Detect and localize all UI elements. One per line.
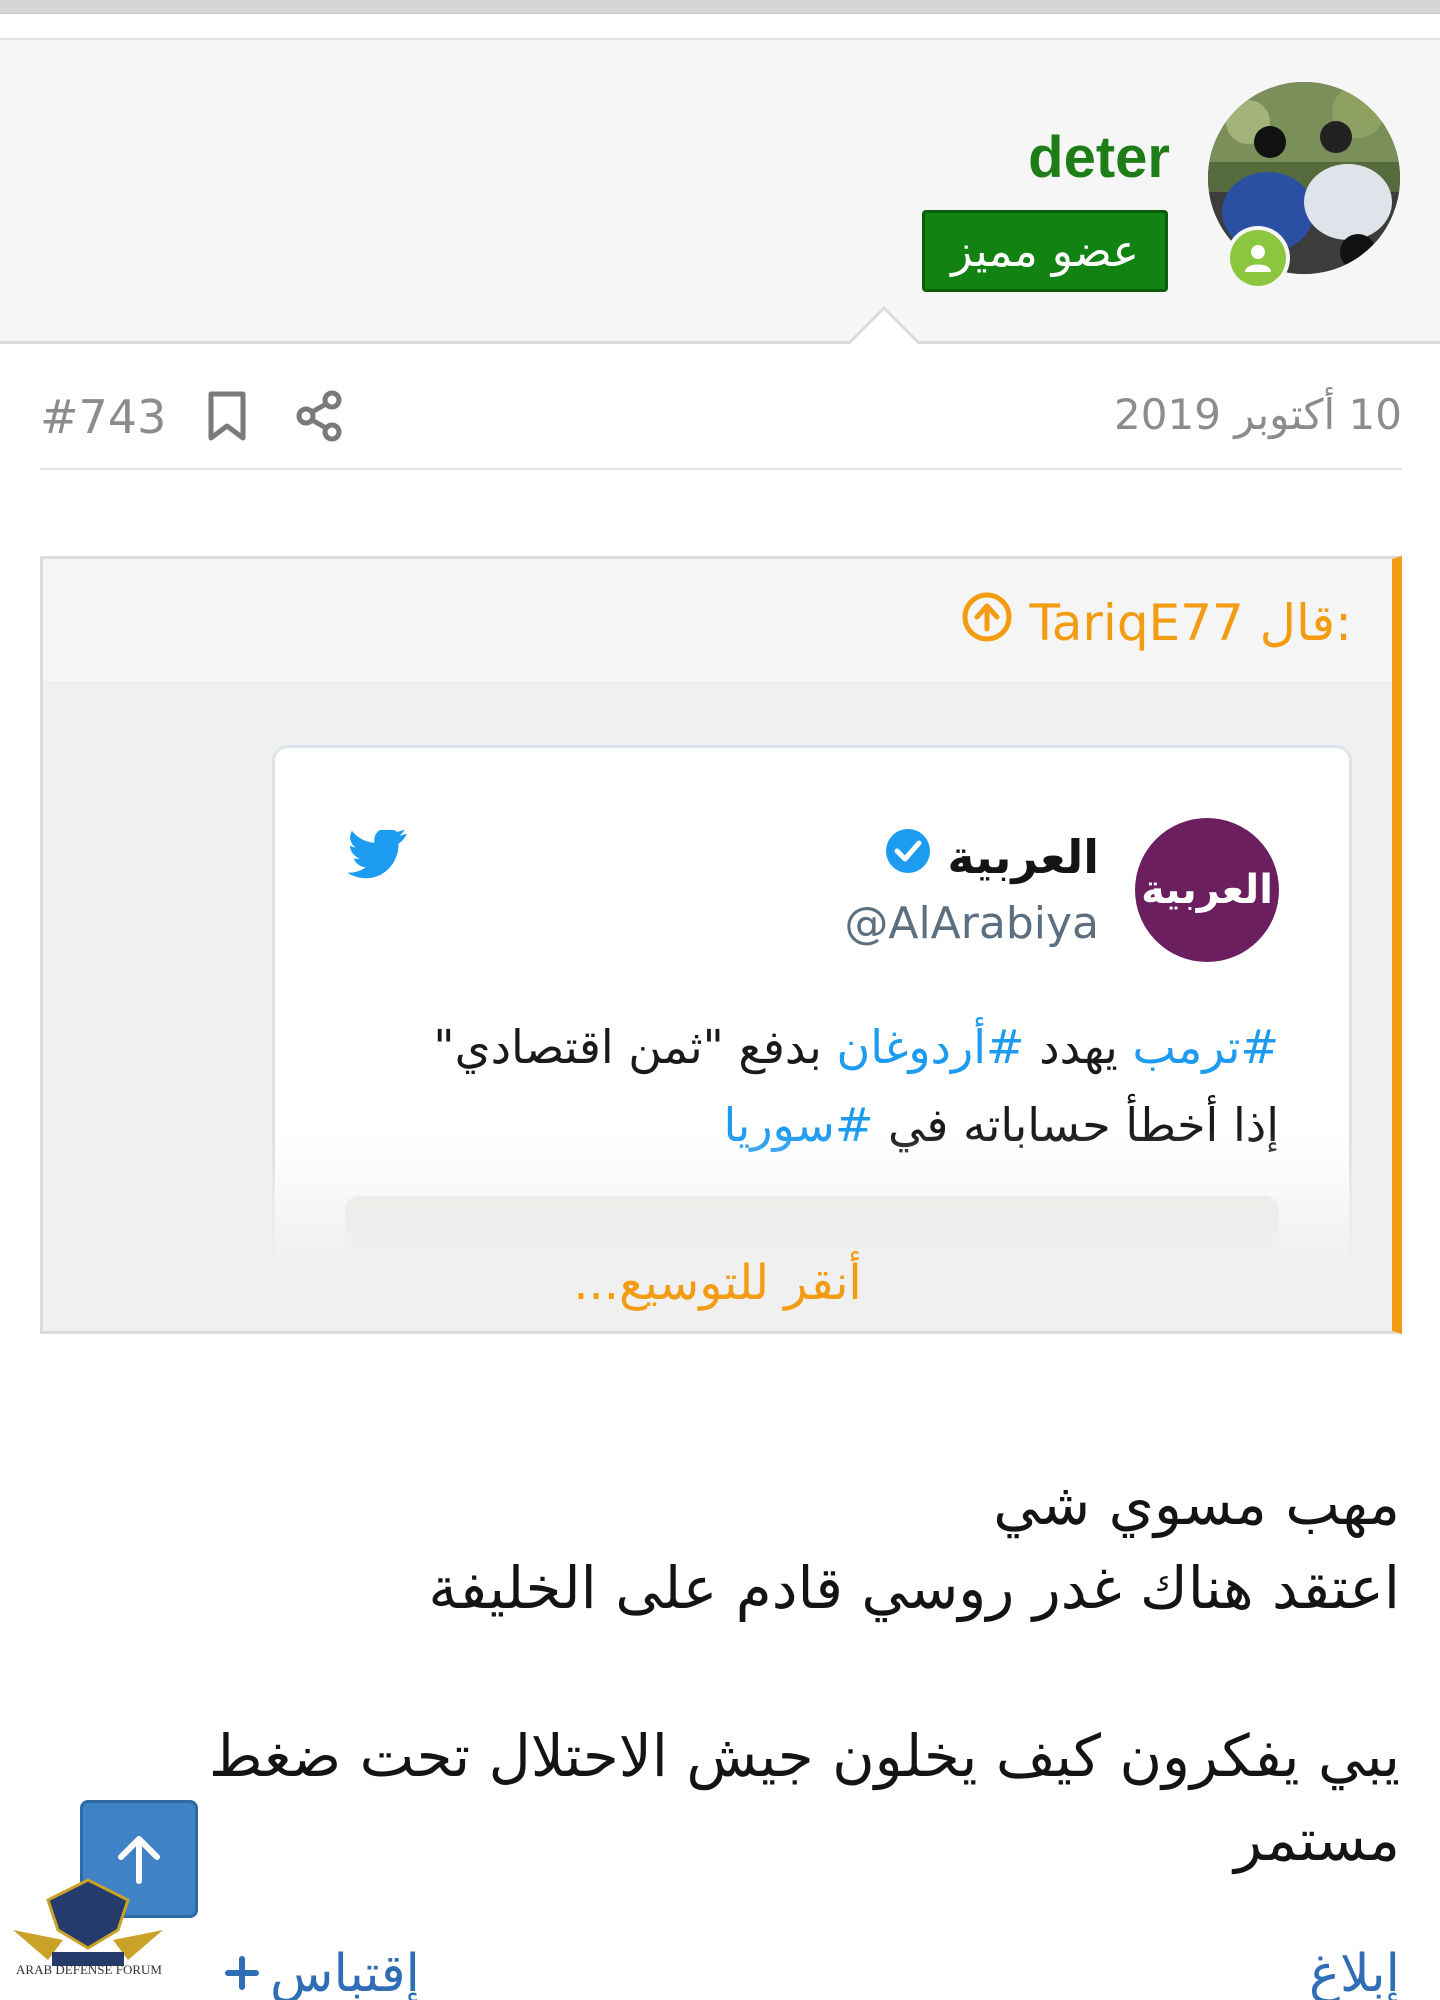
tweet-handle[interactable]: @AlArabiya bbox=[844, 898, 1099, 949]
username[interactable]: deter bbox=[1028, 124, 1170, 191]
post-number[interactable]: #743 bbox=[40, 390, 166, 444]
user-online-icon bbox=[1230, 230, 1286, 286]
tweet-display-name[interactable]: العربية bbox=[883, 826, 1099, 887]
tweet-text-part: يهدد bbox=[1024, 1020, 1133, 1074]
post-user-header: deter عضو مميز bbox=[0, 38, 1440, 344]
quote-reply-button[interactable]: إقتباس bbox=[224, 1944, 420, 2000]
tweet-hashtag[interactable]: #ترمب bbox=[1132, 1020, 1279, 1074]
plus-icon bbox=[224, 1944, 260, 2000]
post-date[interactable]: 10 أكتوبر 2019 bbox=[1114, 390, 1402, 439]
tweet-name-text: العربية bbox=[947, 829, 1099, 884]
post-line: يبي يفكرون كيف يخلون جيش الاحتلال تحت ضغ… bbox=[208, 1722, 1400, 1874]
post-line: مهب مسوي شي bbox=[993, 1470, 1400, 1538]
forum-logo-text: ARAB DEFENSE FORUM bbox=[16, 1962, 162, 1977]
expand-quote-link[interactable]: أنقر للتوسيع... bbox=[43, 1255, 1392, 1311]
quote-header: TariqE77 قال: bbox=[43, 559, 1392, 683]
post-meta-bar: 10 أكتوبر 2019 #743 bbox=[40, 360, 1402, 470]
verified-icon bbox=[883, 826, 933, 887]
top-bar bbox=[0, 0, 1440, 14]
quote-up-arrow-icon[interactable] bbox=[961, 591, 1013, 655]
quote-reply-label: إقتباس bbox=[270, 1944, 421, 2000]
bookmark-icon[interactable] bbox=[205, 390, 249, 446]
quote-content: العربية العربية @AlArabiya #ترمب يهدد #أ… bbox=[43, 683, 1392, 1331]
report-button[interactable]: إبلاغ bbox=[1309, 1944, 1400, 2000]
share-icon[interactable] bbox=[296, 390, 344, 446]
header-caret bbox=[848, 305, 920, 344]
tweet-avatar[interactable]: العربية bbox=[1135, 818, 1279, 962]
post-line: اعتقد هناك غدر روسي قادم على الخليفة bbox=[428, 1554, 1400, 1622]
twitter-bird-icon[interactable] bbox=[347, 828, 409, 886]
forum-logo-watermark bbox=[13, 1878, 163, 1966]
quote-author-link[interactable]: TariqE77 قال: bbox=[961, 591, 1352, 655]
post-body: مهب مسوي شي اعتقد هناك غدر روسي قادم على… bbox=[38, 1462, 1400, 1882]
tweet-hashtag[interactable]: #أردوغان bbox=[836, 1020, 1024, 1074]
quote-author-label: TariqE77 قال: bbox=[1029, 594, 1352, 652]
online-status bbox=[1226, 226, 1290, 290]
user-title-badge: عضو مميز bbox=[922, 210, 1168, 292]
quoted-post: TariqE77 قال: العربية العربية @AlArabiya bbox=[40, 556, 1402, 1334]
